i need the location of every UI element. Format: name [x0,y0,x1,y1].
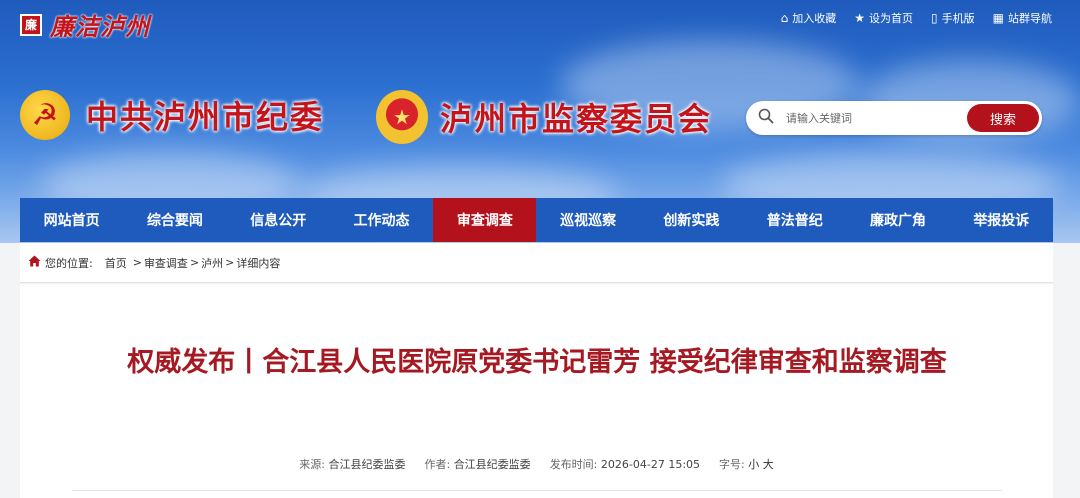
publish-time-label: 发布时间: [549,458,598,471]
publish-time-value: 2026-04-27 15:05 [600,458,701,471]
breadcrumb-separator: > [189,256,200,269]
national-emblem-icon: ★ [376,90,428,144]
author-value: 合江县纪委监委 [453,458,531,471]
org-left: ☭ 中共泸州市纪委 [20,90,324,140]
search-icon [746,108,786,128]
breadcrumb: 您的位置: 首页 > 审查调查 > 泸州 > 详细内容 [20,243,1053,283]
grid-icon: ▦ [992,11,1004,25]
nav-item-disclosure[interactable]: 信息公开 [227,198,330,242]
nav-item-report[interactable]: 举报投诉 [950,198,1053,242]
toplink-label: 手机版 [941,12,975,25]
org-right-title: 泸州市监察委员会 [440,100,713,138]
toplink-label: 站群导航 [1008,12,1052,25]
breadcrumb-luzhou[interactable]: 泸州 [201,255,223,271]
article-title: 权威发布丨合江县人民医院原党委书记雷芳 接受纪律审查和监察调查 [127,347,947,378]
nav-item-news[interactable]: 综合要闻 [123,198,226,242]
nav-item-work-updates[interactable]: 工作动态 [330,198,433,242]
divider [72,490,1002,491]
toplink-label: 设为首页 [869,12,914,25]
search-button[interactable]: 搜索 [967,104,1039,132]
party-emblem-icon: ☭ [20,90,70,140]
breadcrumb-investigation[interactable]: 审查调查 [144,255,188,271]
toplink-label: 加入收藏 [792,12,837,25]
add-favorite-link[interactable]: ⌂ 加入收藏 [781,10,837,26]
breadcrumb-separator: > [225,256,235,269]
phone-icon: ▯ [931,11,938,25]
search-box: 搜索 [746,101,1042,135]
article-panel: 权威发布丨合江县人民医院原党委书记雷芳 接受纪律审查和监察调查 来源: 合江县纪… [20,284,1053,498]
breadcrumb-separator: > [132,256,142,269]
org-left-title: 中共泸州市纪委 [86,98,325,136]
main-nav: 网站首页 综合要闻 信息公开 工作动态 审查调查 巡视巡察 创新实践 普法普纪 … [20,198,1053,242]
fontsize-large-button[interactable]: 大 [763,458,774,471]
nav-item-innovation[interactable]: 创新实践 [640,198,743,242]
star-icon: ★ [854,11,866,25]
nav-item-investigation[interactable]: 审查调查 [433,198,537,242]
nav-item-integrity[interactable]: 廉政广角 [846,198,949,242]
article-meta: 来源: 合江县纪委监委 作者: 合江县纪委监委 发布时间: 2026-04-27… [20,456,1053,472]
brand-title: 廉洁泸州 [50,12,150,41]
seal-icon: 廉 [20,13,42,36]
nav-item-law-education[interactable]: 普法普纪 [743,198,846,242]
nav-item-home[interactable]: 网站首页 [20,198,123,242]
author-label: 作者: [424,458,451,471]
nav-item-inspection[interactable]: 巡视巡察 [536,198,639,242]
breadcrumb-current: 详细内容 [236,256,281,270]
mobile-version-link[interactable]: ▯ 手机版 [931,10,975,26]
breadcrumb-home[interactable]: 首页 [105,255,127,271]
fontsize-label: 字号: [719,458,745,471]
site-logo[interactable]: 廉 廉洁泸州 [20,7,150,42]
source-value: 合江县纪委监委 [328,458,406,471]
home-icon [28,255,41,271]
source-label: 来源: [299,458,325,471]
set-homepage-link[interactable]: ★ 设为首页 [854,10,913,26]
search-input[interactable] [786,111,967,125]
breadcrumb-prefix: 您的位置: [45,256,93,270]
fontsize-small-button[interactable]: 小 [748,458,759,471]
org-right: ★ 泸州市监察委员会 [376,90,712,144]
home-icon: ⌂ [780,11,789,25]
site-group-nav-link[interactable]: ▦ 站群导航 [993,10,1052,26]
top-links: ⌂ 加入收藏 ★ 设为首页 ▯ 手机版 ▦ 站群导航 [781,10,1052,26]
